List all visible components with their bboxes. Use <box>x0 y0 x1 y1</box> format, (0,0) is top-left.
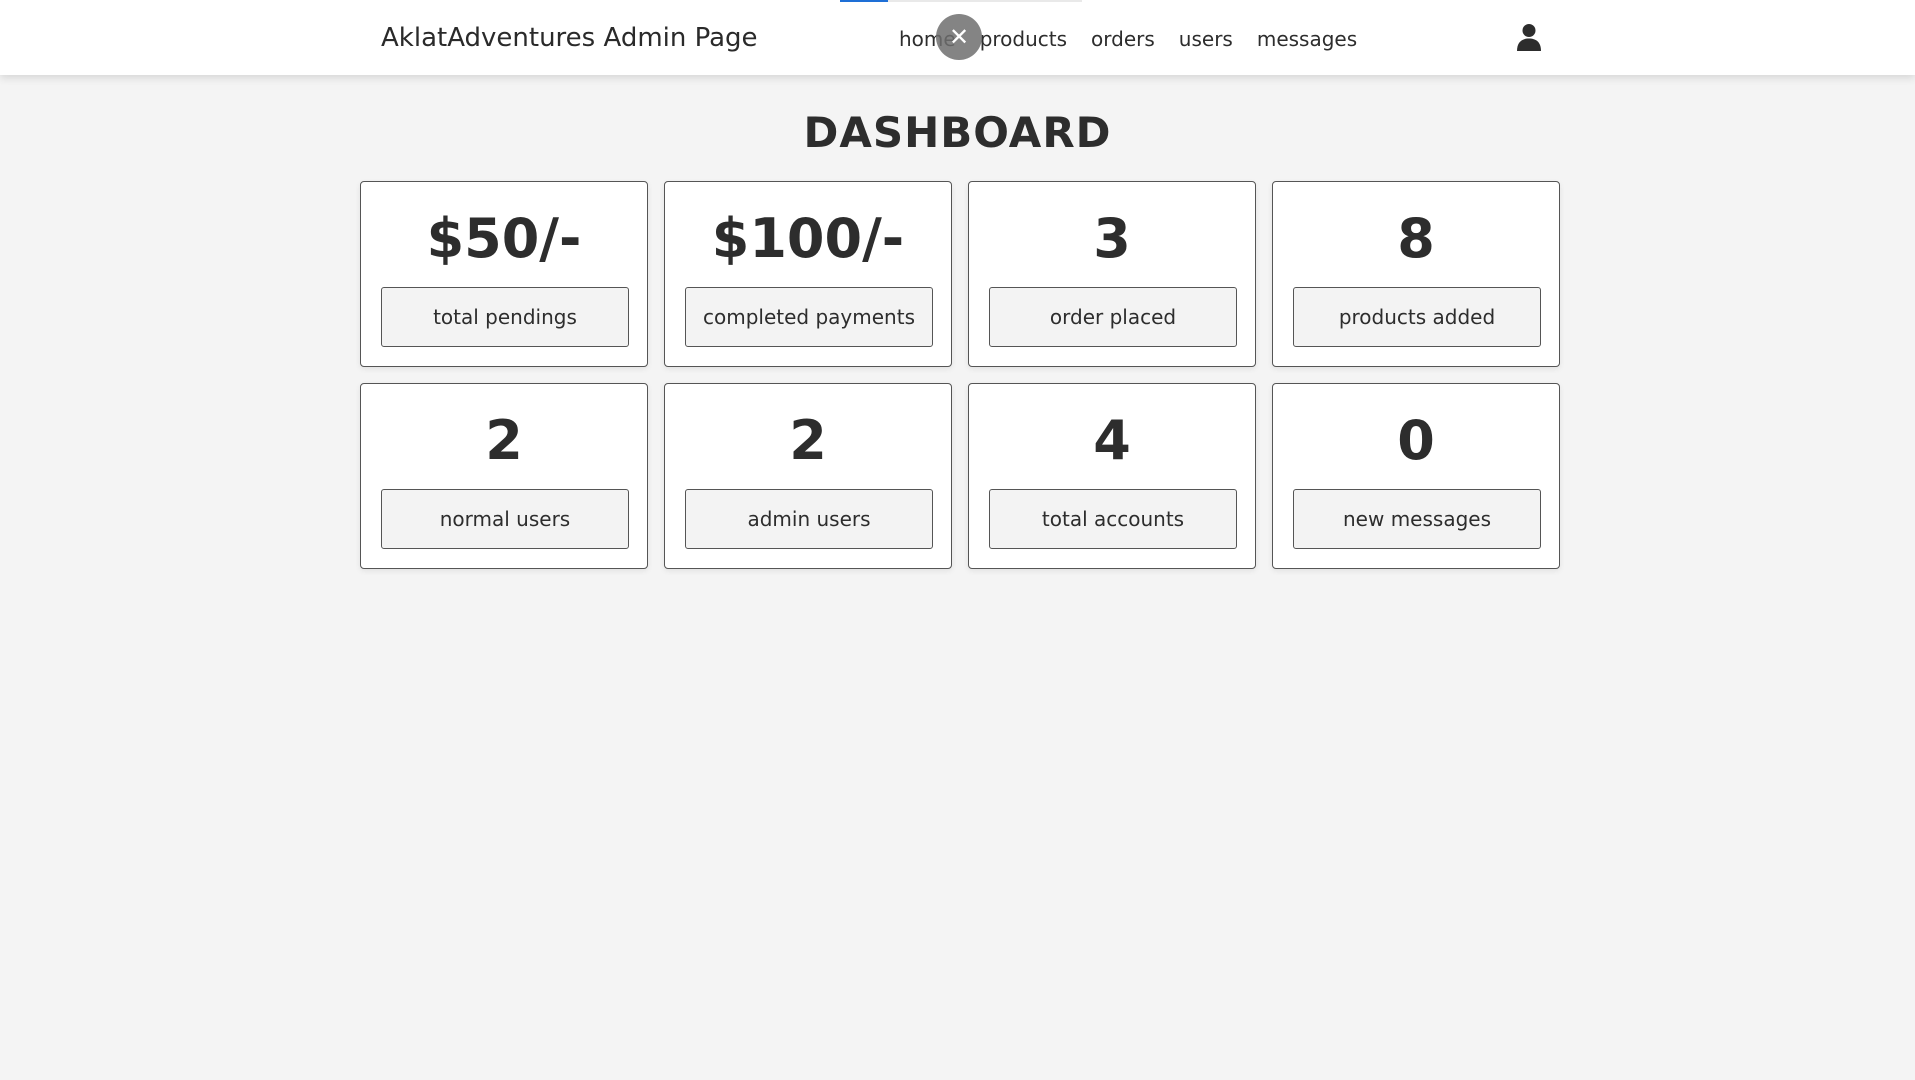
stat-card-order-placed: 3 order placed <box>968 181 1256 367</box>
nav-link-orders[interactable]: orders <box>1091 24 1155 54</box>
stat-card-total-pendings: $50/- total pendings <box>360 181 648 367</box>
stat-button-normal-users[interactable]: normal users <box>381 489 629 549</box>
stat-button-total-accounts[interactable]: total accounts <box>989 489 1237 549</box>
page-loading-bar <box>840 0 1082 2</box>
stat-value: 8 <box>1397 207 1435 270</box>
stat-value: 0 <box>1397 409 1435 472</box>
stat-value: 3 <box>1093 207 1131 270</box>
stat-card-completed-payments: $100/- completed payments <box>664 181 952 367</box>
stat-card-normal-users: 2 normal users <box>360 383 648 569</box>
dashboard-grid: $50/- total pendings $100/- completed pa… <box>360 181 1560 569</box>
stat-value: $50/- <box>426 207 582 270</box>
stat-card-new-messages: 0 new messages <box>1272 383 1560 569</box>
stat-card-admin-users: 2 admin users <box>664 383 952 569</box>
nav-link-products[interactable]: products <box>980 24 1067 54</box>
user-icon[interactable] <box>1516 23 1542 51</box>
stat-button-products-added[interactable]: products added <box>1293 287 1541 347</box>
stat-button-total-pendings[interactable]: total pendings <box>381 287 629 347</box>
close-icon[interactable]: ✕ <box>936 14 982 60</box>
loading-bar-fill <box>840 0 889 2</box>
stat-value: 4 <box>1093 409 1131 472</box>
nav-link-users[interactable]: users <box>1179 24 1233 54</box>
stat-value: $100/- <box>711 207 905 270</box>
stat-button-completed-payments[interactable]: completed payments <box>685 287 933 347</box>
nav-link-messages[interactable]: messages <box>1257 24 1357 54</box>
stat-value: 2 <box>485 409 523 472</box>
stat-card-products-added: 8 products added <box>1272 181 1560 367</box>
stat-button-order-placed[interactable]: order placed <box>989 287 1237 347</box>
stat-button-admin-users[interactable]: admin users <box>685 489 933 549</box>
stat-button-new-messages[interactable]: new messages <box>1293 489 1541 549</box>
page-title: DASHBOARD <box>803 108 1112 157</box>
top-header: AklatAdventures Admin Page home products… <box>0 0 1915 75</box>
stat-card-total-accounts: 4 total accounts <box>968 383 1256 569</box>
stat-value: 2 <box>789 409 827 472</box>
site-logo[interactable]: AklatAdventures Admin Page <box>381 20 758 56</box>
